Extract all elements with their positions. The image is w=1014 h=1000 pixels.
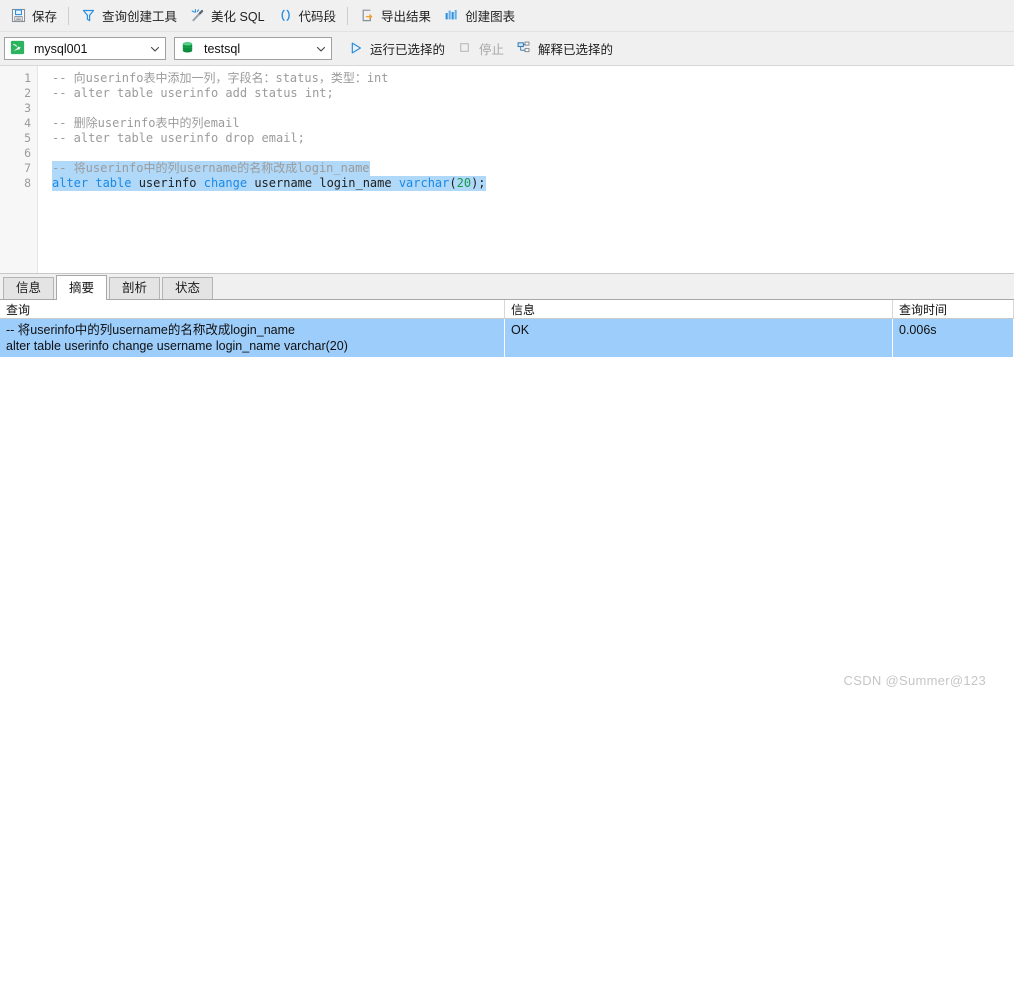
editor-token-kw: varchar xyxy=(398,176,450,190)
save-button[interactable]: 保存 xyxy=(4,3,63,29)
secondary-toolbar: mysql001 testsql 运行已选择的 停止 解释已选择的 xyxy=(0,32,1014,66)
editor-code-line[interactable]: alter table userinfo change username log… xyxy=(52,176,1014,191)
beautify-sql-button[interactable]: 美化 SQL xyxy=(183,3,271,29)
create-chart-bars-icon xyxy=(443,7,460,24)
editor-code-line[interactable]: -- 删除userinfo表中的列email xyxy=(52,116,1014,131)
editor-text xyxy=(52,101,59,115)
execution-controls: 运行已选择的 停止 解释已选择的 xyxy=(342,36,619,62)
sql-editor[interactable]: 12345678 -- 向userinfo表中添加一列，字段名：status，类… xyxy=(0,66,1014,274)
result-tab-2[interactable]: 剖析 xyxy=(109,277,161,299)
editor-code-line[interactable]: -- 向userinfo表中添加一列，字段名：status，类型：int xyxy=(52,71,1014,86)
stop-square-icon xyxy=(457,40,474,57)
stop-button[interactable]: 停止 xyxy=(451,36,510,62)
editor-text: -- 向userinfo表中添加一列，字段名：status，类型：int xyxy=(52,71,389,85)
export-result-button-label: 导出结果 xyxy=(381,10,432,24)
editor-line-number: 8 xyxy=(24,176,31,190)
beautify-wand-icon xyxy=(189,7,206,24)
result-cell-info: OK xyxy=(505,319,893,357)
editor-token-cm: -- 将userinfo中的列username的名称改成login_name xyxy=(52,161,370,175)
run-selected-button[interactable]: 运行已选择的 xyxy=(342,36,451,62)
result-grid-column-header[interactable]: 查询 xyxy=(0,300,505,318)
editor-code-line[interactable] xyxy=(52,101,1014,116)
export-arrow-icon xyxy=(359,7,376,24)
editor-text: -- 删除userinfo表中的列email xyxy=(52,116,240,130)
editor-text: -- alter table userinfo add status int; xyxy=(52,86,334,100)
result-tab-strip: 信息 摘要 剖析 状态 xyxy=(0,274,1014,300)
beautify-sql-button-label: 美化 SQL xyxy=(211,10,265,24)
database-select-value: testsql xyxy=(204,41,241,56)
toolbar-separator xyxy=(68,6,70,25)
editor-line-number: 5 xyxy=(24,131,31,145)
editor-token-kw: table xyxy=(95,176,132,190)
editor-line-number-gutter: 12345678 xyxy=(0,66,38,273)
editor-line-number: 1 xyxy=(24,71,31,85)
result-cell-query-line: alter table userinfo change username log… xyxy=(6,339,348,353)
run-selected-button-label: 运行已选择的 xyxy=(370,43,446,57)
stop-button-label: 停止 xyxy=(479,43,505,57)
result-grid-body: -- 将userinfo中的列username的名称改成login_nameal… xyxy=(0,319,1014,358)
explain-selected-button-label: 解释已选择的 xyxy=(538,43,614,57)
save-button-label: 保存 xyxy=(32,10,58,24)
editor-token-cm: -- alter table userinfo drop email; xyxy=(52,131,305,145)
connection-select[interactable]: mysql001 xyxy=(4,37,166,60)
editor-token-cm: -- 向userinfo表中添加一列，字段名：status，类型：int xyxy=(52,71,389,85)
play-triangle-icon xyxy=(348,40,365,57)
create-chart-button-label: 创建图表 xyxy=(465,10,516,24)
query-builder-icon xyxy=(80,7,97,24)
editor-selected-text: alter table userinfo change username log… xyxy=(52,176,486,191)
result-cell-query: -- 将userinfo中的列username的名称改成login_nameal… xyxy=(0,319,505,357)
query-builder-button[interactable]: 查询创建工具 xyxy=(74,3,183,29)
watermark: CSDN @Summer@123 xyxy=(843,673,986,688)
toolbar-separator-2 xyxy=(347,6,349,25)
editor-token-punct: ( xyxy=(449,176,457,190)
connection-select-value: mysql001 xyxy=(34,41,88,56)
editor-token-kw: change xyxy=(203,176,248,190)
editor-line-number: 4 xyxy=(24,116,31,130)
mysql-dolphin-icon xyxy=(10,40,27,57)
result-tab-1[interactable]: 摘要 xyxy=(56,275,108,300)
editor-line-number: 3 xyxy=(24,101,31,115)
editor-token-cm: -- alter table userinfo add status int; xyxy=(52,86,334,100)
export-result-button[interactable]: 导出结果 xyxy=(353,3,437,29)
editor-token-num: 20 xyxy=(456,176,472,190)
result-grid-row[interactable]: -- 将userinfo中的列username的名称改成login_nameal… xyxy=(0,319,1014,358)
code-snippet-button-label: 代码段 xyxy=(298,10,337,24)
result-grid-column-header[interactable]: 信息 xyxy=(505,300,893,318)
code-snippet-parens-icon xyxy=(277,7,294,24)
query-builder-button-label: 查询创建工具 xyxy=(102,10,178,24)
result-cell-query-line: -- 将userinfo中的列username的名称改成login_name xyxy=(6,323,295,337)
editor-token-cm: -- 删除userinfo表中的列email xyxy=(52,116,240,130)
explain-plan-icon xyxy=(516,40,533,57)
editor-code-line[interactable]: -- 将userinfo中的列username的名称改成login_name xyxy=(52,161,1014,176)
editor-code-line[interactable]: -- alter table userinfo add status int; xyxy=(52,86,1014,101)
create-chart-button[interactable]: 创建图表 xyxy=(437,3,521,29)
result-tab-0[interactable]: 信息 xyxy=(3,277,55,299)
editor-line-number: 7 xyxy=(24,161,31,175)
result-grid-column-header[interactable]: 查询时间 xyxy=(893,300,1014,318)
save-floppy-icon xyxy=(10,7,27,24)
result-grid: 查询 信息 查询时间 -- 将userinfo中的列username的名称改成log… xyxy=(0,300,1014,1000)
editor-code-area[interactable]: -- 向userinfo表中添加一列，字段名：status，类型：int -- a… xyxy=(38,66,1014,273)
editor-token-punct: ); xyxy=(471,176,486,190)
editor-code-line[interactable] xyxy=(52,146,1014,161)
chevron-down-icon-2[interactable] xyxy=(313,41,329,57)
explain-selected-button[interactable]: 解释已选择的 xyxy=(510,36,619,62)
result-grid-header: 查询 信息 查询时间 xyxy=(0,300,1014,319)
editor-selected-text: -- 将userinfo中的列username的名称改成login_name xyxy=(52,161,370,176)
editor-token-kw: alter xyxy=(52,176,89,190)
chevron-down-icon[interactable] xyxy=(147,41,163,57)
editor-token-id: userinfo xyxy=(131,176,204,190)
editor-line-number: 6 xyxy=(24,146,31,160)
database-cylinder-icon xyxy=(180,40,197,57)
editor-line-number: 2 xyxy=(24,86,31,100)
code-snippet-button[interactable]: 代码段 xyxy=(271,3,343,29)
editor-text xyxy=(52,146,59,160)
editor-code-line[interactable]: -- alter table userinfo drop email; xyxy=(52,131,1014,146)
database-select[interactable]: testsql xyxy=(174,37,332,60)
editor-text: -- alter table userinfo drop email; xyxy=(52,131,305,145)
result-cell-time: 0.006s xyxy=(893,319,1014,357)
result-tab-3[interactable]: 状态 xyxy=(162,277,214,299)
primary-toolbar: 保存 查询创建工具 美化 SQL 代码段 导出结果 创建图表 xyxy=(0,0,1014,32)
editor-token-id: username login_name xyxy=(247,176,399,190)
